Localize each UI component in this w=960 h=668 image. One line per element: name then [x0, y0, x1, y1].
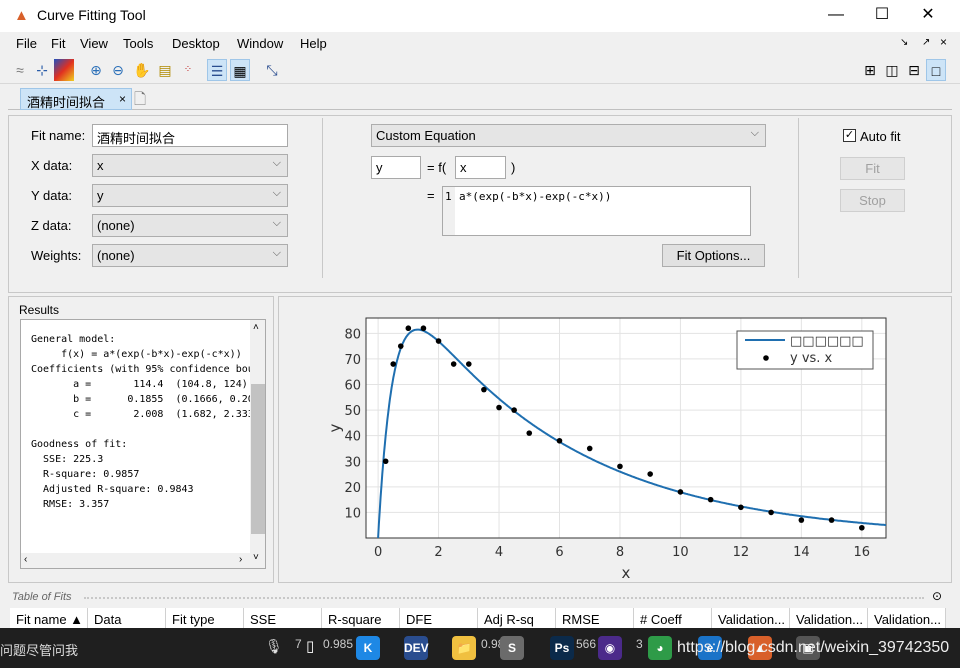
data-point [556, 437, 563, 444]
x-tick-label: 10 [672, 545, 689, 560]
data-point [798, 517, 805, 523]
x-tick-label: 16 [854, 545, 871, 560]
x-tick-label: 6 [555, 545, 563, 560]
data-point [677, 489, 684, 495]
taskbar-app-icon[interactable]: 📁 [452, 636, 476, 660]
column-header[interactable]: Fit name ▲ [10, 608, 88, 630]
taskbar-app-icon[interactable]: ◉ [598, 636, 622, 660]
search-box[interactable]: 问题尽管问我 [0, 640, 78, 659]
data-point [859, 524, 865, 531]
x-tick-label: 4 [495, 545, 503, 560]
data-point [390, 361, 397, 367]
column-header[interactable]: Adj R-sq [478, 608, 556, 630]
y-axis-label: y [326, 423, 344, 432]
column-header[interactable]: Fit type [166, 608, 244, 630]
taskbar: 问题尽管问我 🎙 ▯ 7 0.985 0.98 566 3 K DEV 📁 S Ps ◉ ◕… [0, 628, 960, 668]
column-header[interactable]: Data [88, 608, 166, 630]
data-point [738, 504, 744, 511]
microphone-icon[interactable]: 🎙 [265, 638, 283, 655]
column-header[interactable]: RMSE [556, 608, 634, 630]
data-point [435, 338, 442, 344]
x-tick-label: 14 [793, 545, 810, 560]
x-tick-label: 8 [616, 545, 624, 560]
table-cell: 566 [576, 637, 597, 651]
data-point [465, 361, 472, 367]
table-cell: 7 [295, 637, 302, 651]
taskbar-app-icon[interactable]: S [500, 636, 524, 660]
watermark: https://blog.csdn.net/weixin_39742350 [677, 639, 950, 656]
legend-point-swatch [763, 355, 769, 361]
table-of-fits-title: Table of Fits [12, 591, 72, 603]
taskbar-app-icon[interactable]: K [356, 636, 380, 660]
data-point [707, 496, 714, 503]
data-point [397, 343, 404, 349]
y-tick-label: 40 [344, 430, 361, 445]
data-point [828, 517, 835, 523]
column-header[interactable]: R-square [322, 608, 400, 630]
column-header[interactable]: Validation... [868, 608, 946, 630]
y-tick-label: 30 [344, 455, 361, 470]
column-header[interactable]: DFE [400, 608, 478, 630]
data-point [420, 325, 427, 332]
data-point [450, 361, 457, 367]
y-tick-label: 60 [344, 379, 361, 394]
y-tick-label: 80 [344, 327, 361, 342]
data-point [496, 404, 502, 411]
data-point [526, 430, 533, 436]
collapse-icon[interactable]: ⊙ [932, 589, 942, 603]
table-cell: 0.985 [323, 637, 354, 651]
y-tick-label: 50 [344, 404, 361, 419]
data-point [382, 458, 389, 465]
data-point [617, 463, 623, 470]
x-axis-label: x [622, 564, 631, 582]
data-point [511, 407, 517, 413]
table-of-fits: Table of Fits ⊙ Fit name ▲ Data Fit type SS… [8, 588, 952, 630]
column-header[interactable]: # Coeff [634, 608, 712, 630]
x-tick-label: 12 [733, 545, 750, 560]
legend-label-fit: □□□□□□ [790, 334, 864, 349]
x-tick-label: 2 [434, 545, 442, 560]
taskbar-app-icon[interactable]: ◕ [648, 636, 672, 660]
data-point [647, 471, 653, 477]
taskbar-app-icon[interactable]: Ps [550, 636, 574, 660]
table-cell: 3 [636, 637, 643, 651]
x-tick-label: 0 [374, 545, 382, 560]
y-tick-label: 20 [344, 481, 361, 496]
task-view-icon[interactable]: ▯ [306, 637, 314, 655]
divider [84, 597, 924, 599]
column-header[interactable]: Validation... [790, 608, 868, 630]
legend-label-data: y vs. x [790, 351, 833, 366]
y-tick-label: 10 [344, 506, 361, 521]
column-header[interactable]: SSE [244, 608, 322, 630]
data-point [405, 325, 412, 332]
taskbar-app-icon[interactable]: DEV [404, 636, 429, 660]
y-tick-label: 70 [344, 353, 361, 368]
fit-plot[interactable]: 0 2 4 6 8 10 12 14 16 10 20 30 40 50 60 70 80 x y □□□□□□ y v… [0, 0, 960, 668]
data-point [481, 386, 487, 393]
column-header[interactable]: Validation... [712, 608, 790, 630]
data-point [768, 509, 774, 516]
data-point [586, 445, 593, 452]
